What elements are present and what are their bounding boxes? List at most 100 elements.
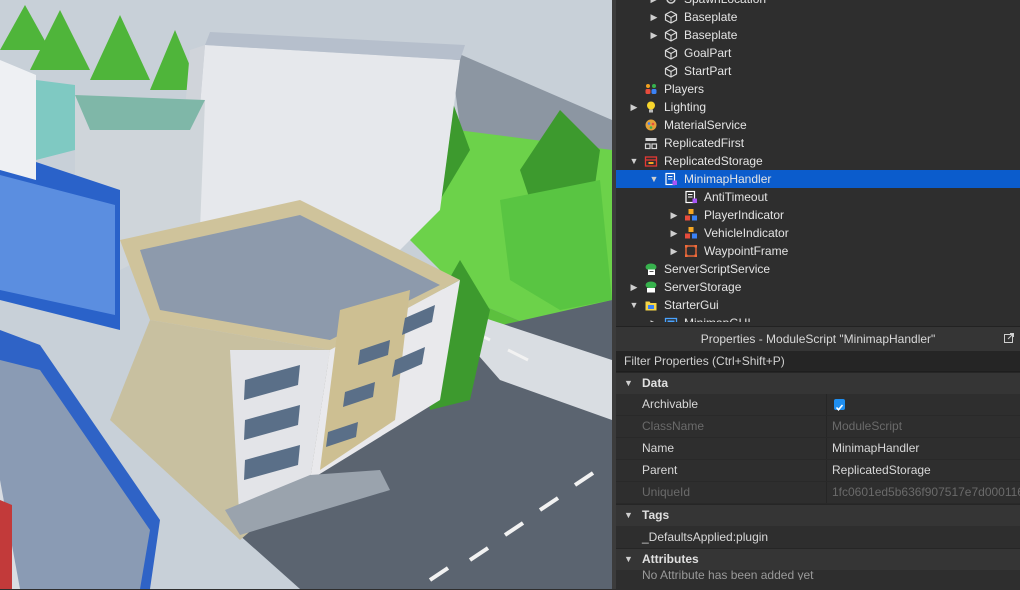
property-name: ClassName (642, 419, 705, 433)
pop-out-icon[interactable] (1004, 333, 1014, 343)
column-divider (826, 482, 827, 503)
module-script-icon (684, 190, 698, 204)
server-storage-icon (644, 280, 658, 294)
spawn-icon (664, 0, 678, 6)
section-attributes-header[interactable]: ▼ Attributes (616, 548, 1020, 570)
tag-label: _DefaultsApplied:plugin (642, 530, 769, 544)
property-row-classname[interactable]: ClassName ModuleScript (616, 416, 1020, 438)
city-scene (0, 0, 612, 589)
properties-panel: Properties - ModuleScript "MinimapHandle… (616, 326, 1020, 590)
explorer-item-label: AntiTimeout (704, 190, 768, 204)
chevron-down-icon[interactable]: ▼ (628, 296, 640, 314)
explorer-item-label: SpawnLocation (684, 0, 766, 8)
chevron-right-icon[interactable]: ▶ (668, 224, 680, 242)
frame-icon (684, 244, 698, 258)
explorer-item-vehicle-indicator[interactable]: ▶ VehicleIndicator (616, 224, 1020, 242)
name-value-field[interactable]: MinimapHandler (832, 438, 919, 459)
section-title: Attributes (642, 552, 699, 566)
material-service-icon (644, 118, 658, 132)
explorer-item-label: PlayerIndicator (704, 208, 785, 222)
shapes-icon (684, 226, 698, 240)
explorer-item-baseplate[interactable]: ▶ Baseplate (616, 26, 1020, 44)
filter-properties-input[interactable]: Filter Properties (Ctrl+Shift+P) (616, 351, 1020, 372)
chevron-right-icon[interactable]: ▶ (648, 0, 660, 8)
parent-value-field[interactable]: ReplicatedStorage (832, 460, 931, 481)
chevron-down-icon[interactable]: ▼ (628, 152, 640, 170)
column-divider (826, 460, 827, 481)
explorer-item-label: MinimapGUI (684, 314, 751, 322)
property-row-archivable[interactable]: Archivable (616, 394, 1020, 416)
explorer-item-label: GoalPart (684, 46, 732, 60)
chevron-right-icon[interactable]: ▶ (648, 8, 660, 26)
explorer-item-start-part[interactable]: StartPart (616, 62, 1020, 80)
part-icon (664, 64, 678, 78)
properties-title: Properties - ModuleScript "MinimapHandle… (700, 332, 936, 346)
explorer-item-label: ServerScriptService (664, 262, 771, 276)
explorer-item-label: MinimapHandler (684, 172, 772, 186)
chevron-down-icon: ▼ (624, 510, 633, 520)
section-data-header[interactable]: ▼ Data (616, 372, 1020, 394)
section-tags-header[interactable]: ▼ Tags (616, 504, 1020, 526)
property-name: Archivable (642, 397, 699, 411)
explorer-panel[interactable]: ▶ SpawnLocation ▶ Baseplate ▶ Baseplate GoalPa… (616, 0, 1020, 322)
checkmark-icon (835, 404, 844, 412)
explorer-item-server-script-service[interactable]: ServerScriptService (616, 260, 1020, 278)
explorer-item-spawn-location[interactable]: ▶ SpawnLocation (616, 0, 1020, 8)
module-script-icon (664, 172, 678, 186)
explorer-item-players[interactable]: Players (616, 80, 1020, 98)
part-icon (664, 46, 678, 60)
chevron-right-icon[interactable]: ▶ (648, 314, 660, 322)
properties-title-bar: Properties - ModuleScript "MinimapHandle… (616, 327, 1020, 351)
explorer-item-label: ReplicatedStorage (664, 154, 763, 168)
explorer-item-baseplate[interactable]: ▶ Baseplate (616, 8, 1020, 26)
archivable-checkbox[interactable] (834, 399, 845, 412)
3d-viewport[interactable] (0, 0, 612, 589)
explorer-item-server-storage[interactable]: ▶ ServerStorage (616, 278, 1020, 296)
property-value: 1fc0601ed5b636f907517e7d000116b6 (832, 485, 1020, 499)
tag-item[interactable]: _DefaultsApplied:plugin (616, 526, 1020, 548)
shapes-icon (684, 208, 698, 222)
property-value: ModuleScript (832, 419, 903, 433)
explorer-item-minimap-gui[interactable]: ▶ MinimapGUI (616, 314, 1020, 322)
explorer-item-anti-timeout[interactable]: AntiTimeout (616, 188, 1020, 206)
explorer-item-replicated-storage[interactable]: ▼ ReplicatedStorage (616, 152, 1020, 170)
explorer-item-waypoint-frame[interactable]: ▶ WaypointFrame (616, 242, 1020, 260)
explorer-item-lighting[interactable]: ▶ Lighting (616, 98, 1020, 116)
section-title: Tags (642, 508, 670, 522)
column-divider (826, 438, 827, 459)
part-icon (664, 28, 678, 42)
explorer-item-label: Baseplate (684, 10, 738, 24)
screen-gui-icon (664, 316, 678, 322)
explorer-item-replicated-first[interactable]: ReplicatedFirst (616, 134, 1020, 152)
players-icon (644, 82, 658, 96)
explorer-item-material-service[interactable]: MaterialService (616, 116, 1020, 134)
explorer-item-player-indicator[interactable]: ▶ PlayerIndicator (616, 206, 1020, 224)
chevron-right-icon[interactable]: ▶ (628, 98, 640, 116)
explorer-item-label: Baseplate (684, 28, 738, 42)
explorer-item-label: ReplicatedFirst (664, 136, 745, 150)
property-row-uniqueid[interactable]: UniqueId 1fc0601ed5b636f907517e7d000116b… (616, 482, 1020, 504)
chevron-right-icon[interactable]: ▶ (628, 278, 640, 296)
chevron-down-icon[interactable]: ▼ (648, 170, 660, 188)
chevron-right-icon[interactable]: ▶ (668, 242, 680, 260)
lightbulb-icon (644, 100, 658, 114)
replicated-first-icon (644, 136, 658, 150)
explorer-item-label: Lighting (664, 100, 707, 114)
explorer-item-minimap-handler[interactable]: ▼ MinimapHandler (616, 170, 1020, 188)
server-script-service-icon (644, 262, 658, 276)
property-name: Parent (642, 463, 678, 477)
explorer-item-goal-part[interactable]: GoalPart (616, 44, 1020, 62)
property-name: UniqueId (642, 485, 691, 499)
explorer-item-starter-gui[interactable]: ▼ StarterGui (616, 296, 1020, 314)
chevron-down-icon: ▼ (624, 378, 633, 388)
explorer-item-label: StartPart (684, 64, 732, 78)
property-row-name[interactable]: Name MinimapHandler (616, 438, 1020, 460)
chevron-right-icon[interactable]: ▶ (648, 26, 660, 44)
attributes-empty-row: No Attribute has been added yet (616, 570, 1020, 580)
chevron-down-icon: ▼ (624, 554, 633, 564)
explorer-item-label: StarterGui (664, 298, 719, 312)
chevron-right-icon[interactable]: ▶ (668, 206, 680, 224)
explorer-item-label: Players (664, 82, 705, 96)
property-row-parent[interactable]: Parent ReplicatedStorage (616, 460, 1020, 482)
part-icon (664, 10, 678, 24)
